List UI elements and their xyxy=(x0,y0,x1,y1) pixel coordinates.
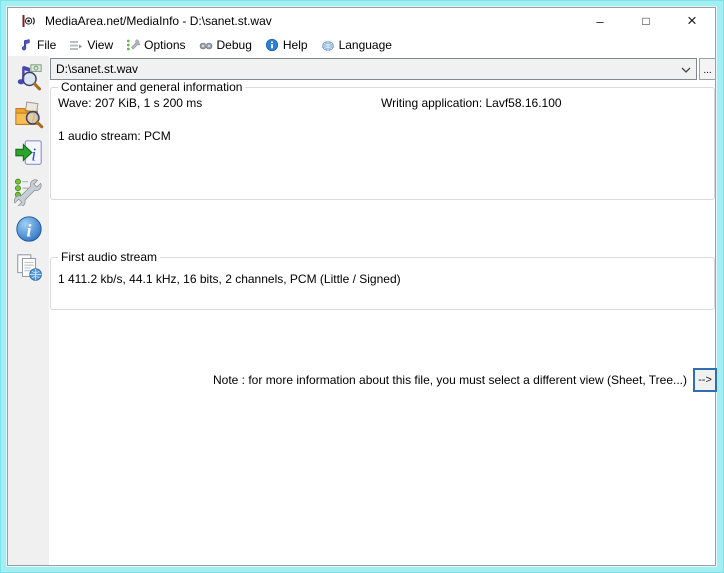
browse-button[interactable]: ... xyxy=(699,58,716,80)
menu-help-label: Help xyxy=(282,38,308,52)
menu-file-label: File xyxy=(37,38,57,52)
mediainfo-logo-icon xyxy=(22,15,35,27)
maximize-button[interactable]: □ xyxy=(623,8,669,34)
menu-options-label: Options xyxy=(144,38,186,52)
toolbar-open-file-button[interactable] xyxy=(12,60,46,94)
svg-text:i: i xyxy=(31,145,36,165)
open-folder-icon xyxy=(14,101,43,129)
view-list-icon xyxy=(70,41,83,50)
open-file-icon xyxy=(17,64,42,91)
svg-text:i: i xyxy=(26,221,31,241)
menu-debug-label: Debug xyxy=(216,38,252,52)
menu-options[interactable]: Options xyxy=(121,36,193,54)
menu-help[interactable]: Help xyxy=(260,36,316,54)
window: MediaArea.net/MediaInfo - D:\sanet.st.wa… xyxy=(7,7,717,566)
client-area: i i D:\sanet.st.wav ... Container and ge… xyxy=(8,56,717,565)
window-title: MediaArea.net/MediaInfo - D:\sanet.st.wa… xyxy=(45,14,272,28)
about-info-icon: i xyxy=(15,216,42,242)
menu-language[interactable]: Language xyxy=(316,36,400,54)
menu-debug[interactable]: Debug xyxy=(194,36,260,54)
audio-stream-details: 1 411.2 kb/s, 44.1 kHz, 16 bits, 2 chann… xyxy=(58,272,401,286)
help-info-icon xyxy=(265,38,278,52)
audio-stream-groupbox: First audio stream 1 411.2 kb/s, 44.1 kH… xyxy=(50,250,715,310)
menu-language-label: Language xyxy=(338,38,392,52)
window-controls: – □ × xyxy=(577,8,715,34)
menu-file[interactable]: File xyxy=(14,36,64,54)
view-hint-note: Note : for more information about this f… xyxy=(213,373,687,387)
next-view-button[interactable]: --> xyxy=(693,368,717,392)
general-format-size-duration: Wave: 207 KiB, 1 s 200 ms xyxy=(58,96,203,110)
toolbar-web-button[interactable] xyxy=(12,250,46,284)
general-info-title: Container and general information xyxy=(58,80,246,94)
general-writing-application: Writing application: Lavf58.16.100 xyxy=(381,96,562,110)
menu-view[interactable]: View xyxy=(64,36,121,54)
general-info-groupbox: Container and general information Wave: … xyxy=(50,80,715,200)
file-combobox[interactable]: D:\sanet.st.wav xyxy=(50,58,697,80)
sidebar-toolbar: i i xyxy=(8,56,49,565)
menu-view-label: View xyxy=(87,38,114,52)
desktop-frame: MediaArea.net/MediaInfo - D:\sanet.st.wa… xyxy=(0,0,724,573)
export-info-icon: i xyxy=(14,140,42,165)
toolbar-preferences-button[interactable] xyxy=(12,174,46,208)
audio-stream-title: First audio stream xyxy=(58,250,161,264)
minimize-button[interactable]: – xyxy=(577,8,623,34)
chevron-down-icon[interactable] xyxy=(680,64,692,76)
general-stream-summary: 1 audio stream: PCM xyxy=(58,129,171,143)
title-bar: MediaArea.net/MediaInfo - D:\sanet.st.wa… xyxy=(8,8,715,34)
toolbar-open-folder-button[interactable] xyxy=(12,98,46,132)
file-note-icon xyxy=(21,39,30,51)
language-globe-icon xyxy=(321,41,334,51)
preferences-wrench-icon xyxy=(13,178,42,206)
mediainfo-web-icon xyxy=(16,254,42,281)
close-button[interactable]: × xyxy=(669,8,715,34)
options-wrench-icon xyxy=(127,39,141,51)
debug-binoculars-icon xyxy=(199,42,212,50)
menu-bar: File View Options Debug Help Language xyxy=(8,34,715,56)
toolbar-about-button[interactable]: i xyxy=(12,212,46,246)
toolbar-export-info-button[interactable]: i xyxy=(12,136,46,170)
file-combobox-value: D:\sanet.st.wav xyxy=(56,62,139,76)
